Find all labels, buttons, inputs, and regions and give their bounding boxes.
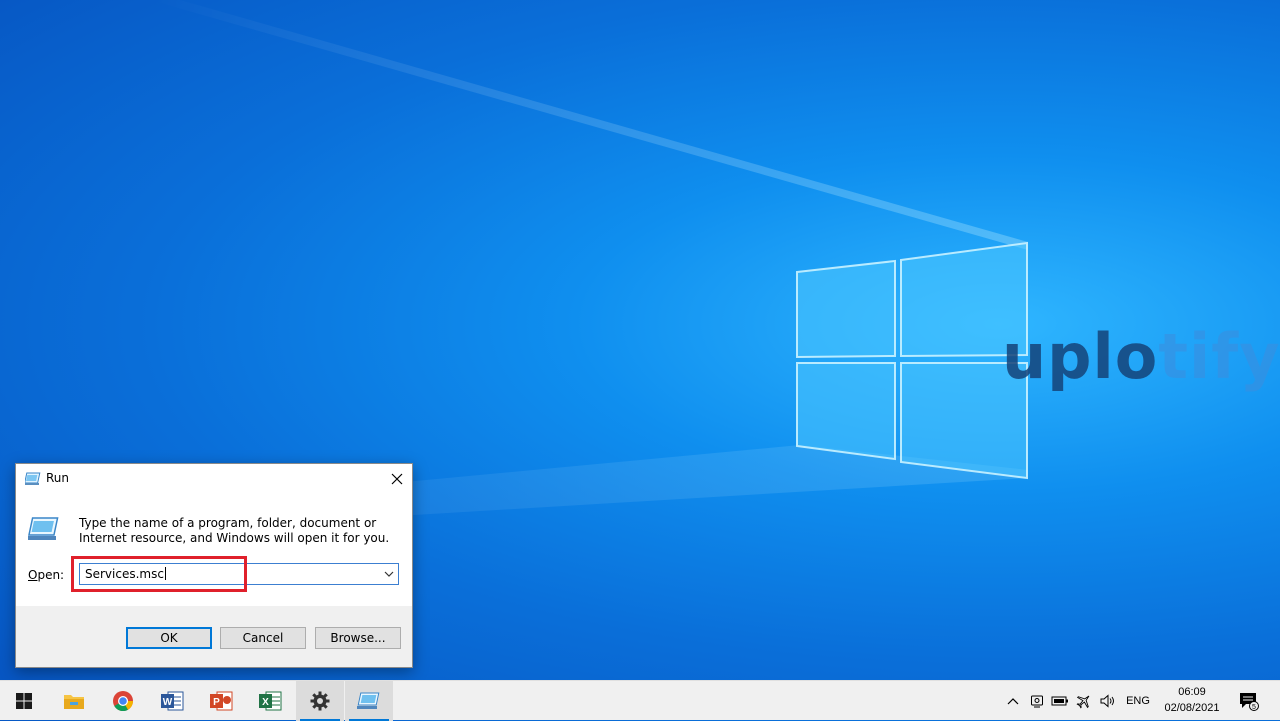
start-button[interactable] bbox=[0, 681, 48, 721]
notification-count: 5 bbox=[1252, 704, 1256, 711]
svg-text:X: X bbox=[262, 697, 269, 708]
tray-clock[interactable]: 06:09 02/08/2021 bbox=[1154, 684, 1230, 716]
gear-icon bbox=[310, 691, 330, 711]
run-titlebar[interactable]: Run bbox=[16, 464, 412, 494]
svg-text:W: W bbox=[163, 697, 173, 708]
show-hidden-icons-button[interactable] bbox=[1003, 681, 1023, 721]
camera-icon bbox=[1031, 695, 1043, 708]
taskbar: W P X ENG 06:09 02/08/2021 5 bbox=[0, 680, 1280, 721]
taskbar-excel[interactable]: X bbox=[246, 681, 294, 721]
run-icon bbox=[25, 472, 41, 485]
tray-language[interactable]: ENG bbox=[1122, 681, 1154, 721]
airplane-icon bbox=[1076, 695, 1090, 709]
chevron-up-icon bbox=[1007, 698, 1019, 705]
excel-icon: X bbox=[259, 691, 282, 711]
taskbar-file-explorer[interactable] bbox=[50, 681, 98, 721]
clock-date: 02/08/2021 bbox=[1164, 702, 1220, 714]
tray-airplane-mode[interactable] bbox=[1073, 681, 1095, 721]
tray-meet-now[interactable] bbox=[1027, 681, 1047, 721]
run-button-bar: OK Cancel Browse... bbox=[16, 606, 412, 667]
chrome-icon bbox=[113, 691, 134, 712]
taskbar-chrome[interactable] bbox=[99, 681, 147, 721]
run-body: Type the name of a program, folder, docu… bbox=[16, 494, 412, 606]
uplotify-watermark: uplotify bbox=[1002, 326, 1280, 388]
watermark-dark-text: uplo bbox=[1002, 320, 1159, 393]
red-highlight-annotation bbox=[71, 556, 247, 592]
windows-start-icon bbox=[16, 693, 32, 709]
battery-icon bbox=[1051, 696, 1068, 706]
ok-button[interactable]: OK bbox=[126, 627, 212, 649]
svg-text:P: P bbox=[213, 697, 220, 708]
close-button[interactable] bbox=[382, 464, 412, 494]
tray-battery[interactable] bbox=[1049, 681, 1071, 721]
open-label: Open: bbox=[28, 568, 64, 582]
clock-time: 06:09 bbox=[1178, 686, 1206, 698]
run-icon bbox=[357, 692, 380, 709]
run-dialog: Run Type the name of a program, folder, … bbox=[15, 463, 413, 668]
chevron-down-icon[interactable] bbox=[384, 569, 394, 579]
action-center-button[interactable]: 5 bbox=[1234, 681, 1264, 721]
open-label-rest: pen: bbox=[37, 568, 65, 582]
folder-icon bbox=[64, 695, 84, 709]
browse-button[interactable]: Browse... bbox=[315, 627, 401, 649]
run-title: Run bbox=[46, 471, 70, 485]
run-program-icon bbox=[28, 517, 59, 540]
speaker-icon bbox=[1100, 694, 1114, 708]
watermark-light-text: tify bbox=[1158, 320, 1280, 393]
run-description: Type the name of a program, folder, docu… bbox=[79, 516, 390, 545]
taskbar-powerpoint[interactable]: P bbox=[197, 681, 245, 721]
taskbar-word[interactable]: W bbox=[148, 681, 196, 721]
taskbar-run[interactable] bbox=[345, 681, 393, 721]
word-icon: W bbox=[161, 691, 184, 711]
taskbar-settings[interactable] bbox=[296, 681, 344, 721]
tray-volume[interactable] bbox=[1097, 681, 1119, 721]
cancel-button[interactable]: Cancel bbox=[220, 627, 306, 649]
powerpoint-icon: P bbox=[210, 691, 233, 711]
close-icon bbox=[391, 473, 403, 485]
notification-icon: 5 bbox=[1240, 693, 1259, 711]
